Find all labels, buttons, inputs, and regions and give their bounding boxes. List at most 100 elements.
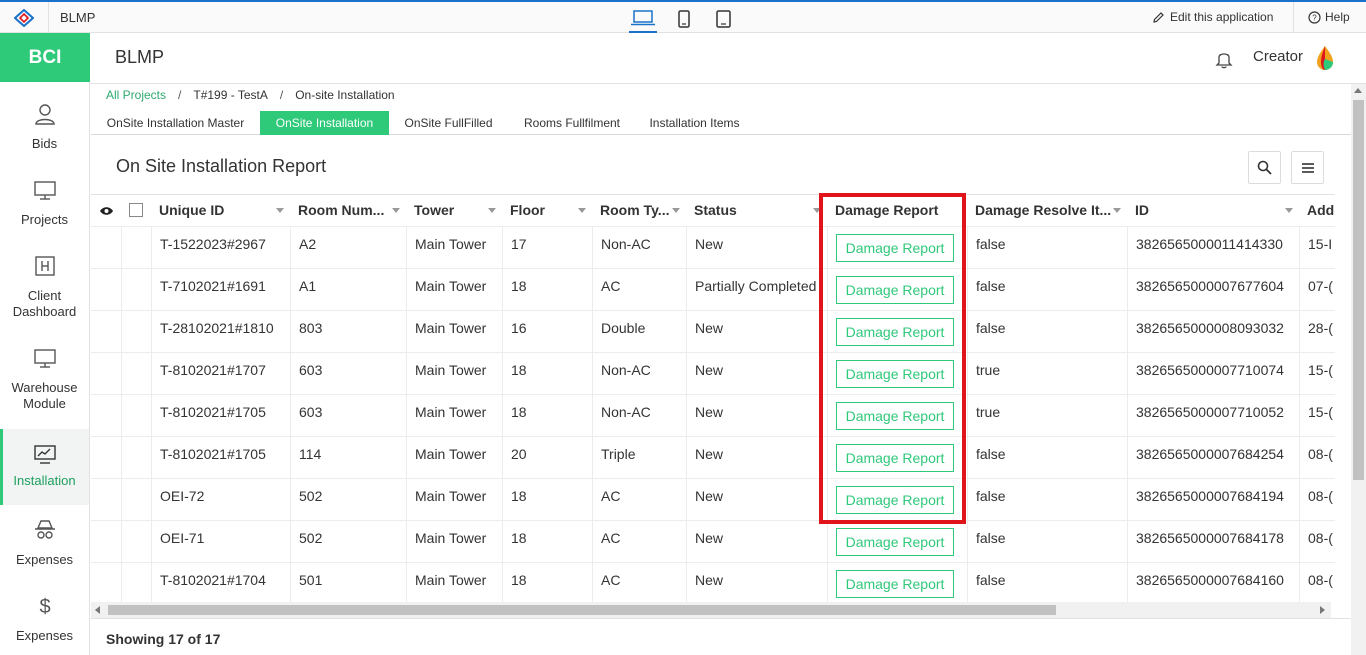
damage-report-button[interactable]: Damage Report: [836, 528, 954, 556]
pencil-icon: [1153, 12, 1164, 23]
tablet-icon: [715, 9, 731, 28]
cell-damage-report: Damage Report: [827, 563, 967, 602]
sidebar-item-projects[interactable]: Projects: [0, 179, 89, 255]
table-row[interactable]: T-8102021#1705 114 Main Tower 20 Triple New Da…: [91, 436, 1335, 479]
search-button[interactable]: [1248, 151, 1281, 184]
column-header-add[interactable]: Add: [1299, 195, 1335, 226]
cell-room-number: 603: [290, 395, 406, 437]
sort-arrow-icon[interactable]: [672, 208, 680, 213]
brand-logo[interactable]: BCI: [0, 33, 90, 82]
edit-application-label: Edit this application: [1170, 10, 1274, 24]
column-header-floor[interactable]: Floor: [502, 195, 592, 226]
vertical-scroll-thumb[interactable]: [1353, 100, 1364, 480]
tab-onsite-installation-master[interactable]: OnSite Installation Master: [91, 111, 260, 135]
profile-drop-icon[interactable]: [1315, 45, 1335, 71]
table-row[interactable]: T-1522023#2967 A2 Main Tower 17 Non-AC New Dam…: [91, 226, 1335, 269]
cell-status: New: [686, 563, 827, 602]
menu-button[interactable]: [1291, 151, 1324, 184]
horizontal-scrollbar[interactable]: [91, 602, 1331, 618]
breadcrumb-current: On-site Installation: [295, 88, 395, 102]
cell-room-type: AC: [592, 521, 686, 563]
tablet-view-button[interactable]: [709, 4, 737, 33]
bell-icon[interactable]: [1215, 49, 1233, 69]
sort-arrow-icon[interactable]: [392, 208, 400, 213]
scroll-up-arrow-icon[interactable]: [1354, 88, 1362, 93]
sort-arrow-icon[interactable]: [1285, 208, 1293, 213]
cell-room-number: 603: [290, 353, 406, 395]
cell-floor: 18: [502, 269, 592, 311]
table-row[interactable]: T-8102021#1705 603 Main Tower 18 Non-AC New Da…: [91, 394, 1335, 437]
row-spacer-cell: [121, 437, 151, 479]
scroll-left-arrow-icon[interactable]: [95, 606, 100, 614]
sidebar-item-expenses[interactable]: Expenses: [0, 519, 89, 595]
table-row[interactable]: T-8102021#1704 501 Main Tower 18 AC New Damage…: [91, 562, 1335, 602]
damage-report-button[interactable]: Damage Report: [836, 570, 954, 598]
table-row[interactable]: T-7102021#1691 A1 Main Tower 18 AC Partially …: [91, 268, 1335, 311]
cell-status: New: [686, 353, 827, 395]
breadcrumb-all-projects[interactable]: All Projects: [106, 88, 166, 102]
column-visibility-toggle[interactable]: [91, 195, 121, 226]
help-link[interactable]: ? Help: [1308, 2, 1350, 33]
column-header-id[interactable]: ID: [1127, 195, 1299, 226]
horizontal-scroll-thumb[interactable]: [108, 605, 1056, 615]
sort-arrow-icon[interactable]: [276, 208, 284, 213]
row-spacer-cell: [91, 479, 121, 521]
cell-unique-id: T-8102021#1705: [151, 395, 290, 437]
sidebar-item-client-dashboard[interactable]: Client Dashboard: [0, 255, 89, 331]
select-all-checkbox[interactable]: [129, 203, 143, 217]
vertical-scrollbar[interactable]: [1351, 84, 1366, 655]
cell-id: 3826565000011414330: [1127, 227, 1299, 269]
monitor-icon: [34, 349, 56, 368]
row-spacer-cell: [91, 437, 121, 479]
sort-arrow-icon[interactable]: [1113, 208, 1121, 213]
cell-damage-resolve: false: [967, 521, 1127, 563]
breadcrumb-project[interactable]: T#199 - TestA: [193, 88, 267, 102]
top-bar: BLMP Edit this application ? Help: [0, 0, 1366, 33]
row-spacer-cell: [121, 563, 151, 602]
cell-room-type: Non-AC: [592, 353, 686, 395]
mobile-view-button[interactable]: [670, 4, 698, 33]
sidebar-item-expenses-dollar[interactable]: $ Expenses: [0, 595, 89, 655]
cell-floor: 18: [502, 479, 592, 521]
row-spacer-cell: [121, 395, 151, 437]
table-row[interactable]: OEI-71 502 Main Tower 18 AC New Damage Report f…: [91, 520, 1335, 563]
dollar-icon: $: [39, 596, 50, 617]
record-count: Showing 17 of 17: [106, 631, 221, 647]
cell-unique-id: T-8102021#1707: [151, 353, 290, 395]
column-header-status[interactable]: Status: [686, 195, 827, 226]
column-header-unique-id[interactable]: Unique ID: [151, 195, 290, 226]
app-logo-icon[interactable]: [14, 9, 34, 27]
user-name[interactable]: Creator: [1253, 48, 1303, 65]
tab-installation-items[interactable]: Installation Items: [636, 111, 753, 135]
help-label: Help: [1325, 10, 1350, 24]
cell-unique-id: OEI-71: [151, 521, 290, 563]
table-row[interactable]: T-28102021#1810 803 Main Tower 16 Double New D…: [91, 310, 1335, 353]
sidebar-item-warehouse-module[interactable]: Warehouse Module: [0, 347, 89, 423]
edit-application-link[interactable]: Edit this application: [1152, 2, 1273, 33]
table-row[interactable]: T-8102021#1707 603 Main Tower 18 Non-AC New Da…: [91, 352, 1335, 395]
cell-damage-resolve: false: [967, 479, 1127, 521]
cell-floor: 16: [502, 311, 592, 353]
table-row[interactable]: OEI-72 502 Main Tower 18 AC New Damage Report f…: [91, 478, 1335, 521]
sidebar-item-bids[interactable]: Bids: [0, 103, 89, 179]
column-header-tower[interactable]: Tower: [406, 195, 502, 226]
column-header-damage-resolve[interactable]: Damage Resolve It...: [967, 195, 1127, 226]
sort-arrow-icon[interactable]: [488, 208, 496, 213]
dashboard-icon: [35, 256, 55, 276]
table-header: Unique ID Room Num... Tower Floor Room T…: [91, 195, 1335, 226]
tab-onsite-installation[interactable]: OnSite Installation: [260, 111, 389, 135]
cell-add: 08-(: [1299, 437, 1335, 479]
cell-room-type: AC: [592, 479, 686, 521]
sidebar: BCI Bids Projects Client Dashboard Wareh…: [0, 33, 90, 655]
sidebar-item-label-line2: Dashboard: [12, 304, 77, 319]
column-header-room-type[interactable]: Room Ty...: [592, 195, 686, 226]
select-all-checkbox-cell[interactable]: [121, 195, 151, 226]
scroll-right-arrow-icon[interactable]: [1320, 606, 1325, 614]
tab-rooms-fullfilment[interactable]: Rooms Fullfilment: [508, 111, 636, 135]
column-header-room-number[interactable]: Room Num...: [290, 195, 406, 226]
tab-onsite-fullfilled[interactable]: OnSite FullFilled: [389, 111, 508, 135]
desktop-view-button[interactable]: [629, 4, 657, 33]
sort-arrow-icon[interactable]: [578, 208, 586, 213]
user-icon: [35, 104, 55, 125]
sidebar-item-installation[interactable]: Installation: [0, 429, 89, 505]
